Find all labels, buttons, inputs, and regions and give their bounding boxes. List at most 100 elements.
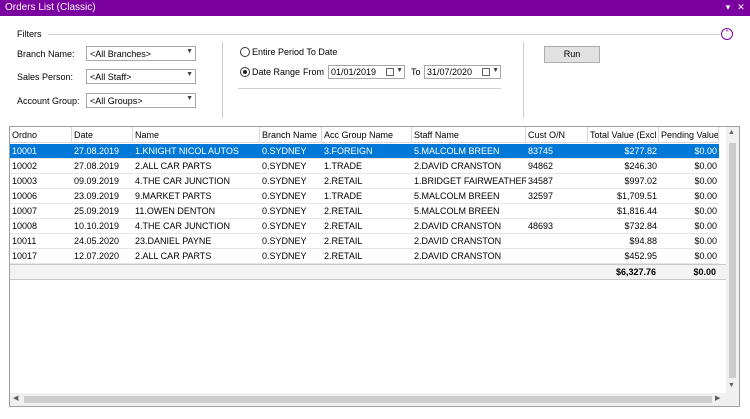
from-date-picker[interactable]: 01/01/2019 ▼ — [328, 65, 405, 79]
table-cell: 10.10.2019 — [72, 219, 133, 234]
chevron-down-icon: ▼ — [186, 48, 193, 55]
table-cell: $0.00 — [659, 159, 719, 174]
collapse-filters-icon[interactable]: ⌃ — [721, 28, 733, 40]
branch-label: Branch Name: — [17, 49, 75, 59]
period-divider — [238, 88, 501, 89]
entire-period-radio[interactable] — [240, 47, 250, 57]
account-group-select-value: <All Groups> — [90, 96, 143, 106]
table-cell: 2.DAVID CRANSTON — [412, 219, 526, 234]
filters-divider — [48, 34, 720, 35]
column-header[interactable]: Branch Name — [260, 127, 322, 143]
table-cell: 0.SYDNEY — [260, 219, 322, 234]
table-cell: $0.00 — [659, 204, 719, 219]
sales-person-select[interactable]: <All Staff> ▼ — [86, 69, 196, 84]
filters-legend: Filters — [17, 29, 42, 39]
table-cell: 2.RETAIL — [322, 174, 412, 189]
table-cell: 27.08.2019 — [72, 159, 133, 174]
table-cell: 09.09.2019 — [72, 174, 133, 189]
calendar-icon — [482, 68, 490, 76]
table-cell — [526, 204, 588, 219]
date-range-radio[interactable] — [240, 67, 250, 77]
table-cell: 2.RETAIL — [322, 204, 412, 219]
table-row[interactable]: 10006 23.09.2019 9.MARKET PARTS 0.SYDNEY 1.T… — [10, 189, 726, 204]
table-cell: 2.RETAIL — [322, 249, 412, 264]
table-cell: 1.TRADE — [322, 159, 412, 174]
table-cell: 32597 — [526, 189, 588, 204]
date-range-label[interactable]: Date Range — [252, 67, 300, 77]
scroll-down-icon[interactable]: ▼ — [728, 382, 735, 389]
table-cell: 2.RETAIL — [322, 234, 412, 249]
run-button[interactable]: Run — [544, 46, 600, 63]
window-titlebar: Orders List (Classic) ▾ ✕ — [0, 0, 750, 16]
calendar-icon — [386, 68, 394, 76]
horizontal-scroll-thumb[interactable] — [24, 396, 712, 403]
table-row[interactable]: 10011 24.05.2020 23.DANIEL PAYNE 0.SYDNEY 2.… — [10, 234, 726, 249]
scroll-right-icon[interactable]: ▶ — [715, 394, 720, 402]
table-cell: 11.OWEN DENTON — [133, 204, 260, 219]
column-header[interactable]: Pending Value — [659, 127, 719, 143]
scrollbar-corner — [726, 393, 739, 406]
table-cell: 2.DAVID CRANSTON — [412, 234, 526, 249]
filters-separator-left — [222, 42, 223, 118]
table-cell: $1,816.44 — [588, 204, 659, 219]
table-row[interactable]: 10008 10.10.2019 4.THE CAR JUNCTION 0.SYDNE… — [10, 219, 726, 234]
table-cell: 0.SYDNEY — [260, 204, 322, 219]
table-cell: $0.00 — [659, 144, 719, 159]
column-header[interactable]: Ordno — [10, 127, 72, 143]
table-cell: $246.30 — [588, 159, 659, 174]
table-cell: 0.SYDNEY — [260, 249, 322, 264]
table-cell: 2.DAVID CRANSTON — [412, 159, 526, 174]
table-cell: $997.02 — [588, 174, 659, 189]
window-menu-icon[interactable]: ▾ — [722, 1, 734, 14]
to-label: To — [411, 67, 421, 77]
table-cell: $0.00 — [659, 189, 719, 204]
from-label: From — [303, 67, 324, 77]
table-row[interactable]: 10001 27.08.2019 1.KNIGHT NICOL AUTOS 0.SYD… — [10, 144, 726, 159]
table-row[interactable]: 10002 27.08.2019 2.ALL CAR PARTS 0.SYDNEY 1.… — [10, 159, 726, 174]
vertical-scrollbar[interactable]: ▲ ▼ — [726, 127, 739, 393]
table-cell: $1,709.51 — [588, 189, 659, 204]
table-cell: $732.84 — [588, 219, 659, 234]
table-cell: 10017 — [10, 249, 72, 264]
table-row[interactable]: 10003 09.09.2019 4.THE CAR JUNCTION 0.SYDNE… — [10, 174, 726, 189]
chevron-down-icon: ▼ — [186, 95, 193, 102]
entire-period-label[interactable]: Entire Period To Date — [252, 47, 337, 57]
account-group-select[interactable]: <All Groups> ▼ — [86, 93, 196, 108]
table-cell: 24.05.2020 — [72, 234, 133, 249]
table-cell: 48693 — [526, 219, 588, 234]
scroll-up-icon[interactable]: ▲ — [728, 129, 735, 136]
column-header[interactable]: Date — [72, 127, 133, 143]
table-cell: 10011 — [10, 234, 72, 249]
table-cell: 83745 — [526, 144, 588, 159]
column-header[interactable]: Total Value (Excl — [588, 127, 659, 143]
table-cell: 94862 — [526, 159, 588, 174]
vertical-scroll-thumb[interactable] — [729, 143, 736, 378]
column-header[interactable]: Staff Name — [412, 127, 526, 143]
column-header[interactable]: Name — [133, 127, 260, 143]
table-cell: 2.ALL CAR PARTS — [133, 249, 260, 264]
sales-person-label: Sales Person: — [17, 72, 74, 82]
table-cell: 10001 — [10, 144, 72, 159]
column-header[interactable]: Acc Group Name — [322, 127, 412, 143]
table-cell: 23.DANIEL PAYNE — [133, 234, 260, 249]
table-row[interactable]: 10007 25.09.2019 11.OWEN DENTON 0.SYDNEY 2.R… — [10, 204, 726, 219]
orders-grid[interactable]: Ordno Date Name Branch Name Acc Group Name St… — [9, 126, 740, 407]
from-date-value: 01/01/2019 — [331, 67, 377, 77]
table-cell: $277.82 — [588, 144, 659, 159]
table-cell: 0.SYDNEY — [260, 144, 322, 159]
filters-separator-right — [523, 42, 524, 118]
column-header[interactable]: Cust O/N — [526, 127, 588, 143]
close-icon[interactable]: ✕ — [735, 1, 747, 14]
account-group-label: Account Group: — [17, 96, 80, 106]
table-cell: 5.MALCOLM BREEN — [412, 144, 526, 159]
window-title: Orders List (Classic) — [5, 2, 96, 13]
table-cell: 2.RETAIL — [322, 219, 412, 234]
table-cell: 5.MALCOLM BREEN — [412, 204, 526, 219]
table-cell: 10003 — [10, 174, 72, 189]
branch-select[interactable]: <All Branches> ▼ — [86, 46, 196, 61]
horizontal-scrollbar[interactable]: ◀ ▶ — [10, 393, 726, 406]
scroll-left-icon[interactable]: ◀ — [13, 394, 18, 402]
table-cell: 3.FOREIGN — [322, 144, 412, 159]
to-date-picker[interactable]: 31/07/2020 ▼ — [424, 65, 501, 79]
table-row[interactable]: 10017 12.07.2020 2.ALL CAR PARTS 0.SYDNEY 2.… — [10, 249, 726, 264]
